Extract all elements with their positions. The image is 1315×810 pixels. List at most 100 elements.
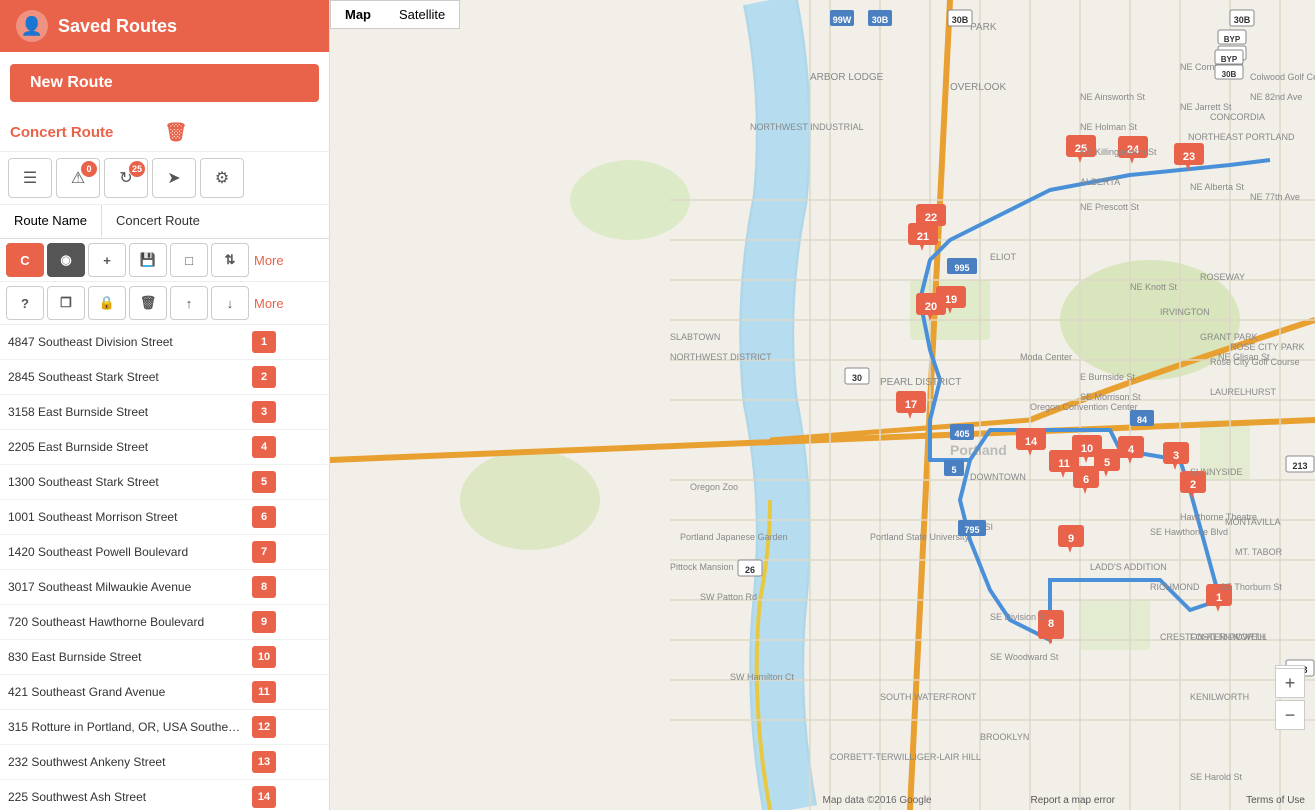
action-copy-button[interactable]: □	[170, 243, 208, 277]
svg-text:RICHMOND: RICHMOND	[1150, 582, 1200, 592]
menu-icon-button[interactable]: ☰	[8, 158, 52, 198]
svg-text:Colwood Golf Cen: Colwood Golf Cen	[1250, 72, 1315, 82]
terms-of-use-link[interactable]: Terms of Use	[1246, 795, 1305, 806]
svg-text:Moda Center: Moda Center	[1020, 352, 1072, 362]
address-text: 3017 Southeast Milwaukie Avenue	[8, 580, 248, 594]
svg-text:5: 5	[1104, 457, 1110, 469]
action-trash-button[interactable]: 🗑	[129, 286, 167, 320]
svg-text:SE Morrison St: SE Morrison St	[1080, 392, 1141, 402]
svg-text:795: 795	[964, 525, 979, 535]
route-name-bar: Concert Route 🗑	[0, 114, 329, 152]
map-tab-map[interactable]: Map	[331, 1, 385, 28]
sidebar-header: 👤 Saved Routes	[0, 0, 329, 52]
more-link-2[interactable]: More	[254, 296, 284, 311]
svg-text:CONCORDIA: CONCORDIA	[1210, 112, 1265, 122]
svg-text:BYP: BYP	[1224, 35, 1241, 44]
action-row-1: C ◉ + 💾 □ ⇅ More	[0, 239, 329, 282]
svg-text:NE Jarrett St: NE Jarrett St	[1180, 102, 1232, 112]
svg-text:PARK: PARK	[970, 22, 997, 33]
svg-text:SE Harold St: SE Harold St	[1190, 772, 1243, 782]
svg-text:NORTHEAST PORTLAND: NORTHEAST PORTLAND	[1188, 132, 1295, 142]
svg-text:ARBOR LODGE: ARBOR LODGE	[810, 72, 884, 83]
list-item[interactable]: 4847 Southeast Division Street1	[0, 325, 329, 360]
svg-text:8: 8	[1048, 618, 1054, 630]
address-text: 4847 Southeast Division Street	[8, 335, 248, 349]
svg-text:Rose City Golf Course: Rose City Golf Course	[1210, 357, 1300, 367]
address-text: 232 Southwest Ankeny Street	[8, 755, 248, 769]
svg-text:SW Patton Rd: SW Patton Rd	[700, 592, 757, 602]
action-question-button[interactable]: ?	[6, 286, 44, 320]
svg-text:26: 26	[745, 565, 755, 575]
action-c-button[interactable]: C	[6, 243, 44, 277]
list-item[interactable]: 3158 East Burnside Street3	[0, 395, 329, 430]
address-number-badge: 8	[252, 576, 276, 598]
action-duplicate-button[interactable]: ❐	[47, 286, 85, 320]
address-list: 4847 Southeast Division Street12845 Sout…	[0, 325, 329, 810]
address-text: 720 Southeast Hawthorne Boulevard	[8, 615, 248, 629]
address-number-badge: 12	[252, 716, 276, 738]
report-map-error-link[interactable]: Report a map error	[1031, 795, 1115, 806]
action-down-button[interactable]: ↓	[211, 286, 249, 320]
new-route-button[interactable]: New Route	[10, 64, 319, 102]
list-item[interactable]: 3017 Southeast Milwaukie Avenue 8	[0, 570, 329, 605]
action-up-button[interactable]: ↑	[170, 286, 208, 320]
svg-text:30B: 30B	[1222, 70, 1237, 79]
svg-text:84: 84	[1137, 415, 1147, 425]
svg-text:20: 20	[925, 301, 937, 313]
svg-text:Pittock Mansion: Pittock Mansion	[670, 562, 734, 572]
svg-text:213: 213	[1292, 461, 1307, 471]
action-save-button[interactable]: 💾	[129, 243, 167, 277]
address-number-badge: 14	[252, 786, 276, 808]
svg-text:ALBERTA: ALBERTA	[1080, 177, 1120, 187]
address-text: 3158 East Burnside Street	[8, 405, 248, 419]
list-item[interactable]: 315 Rotture in Portland, OR, USA Southe……	[0, 710, 329, 745]
svg-text:NE Holman St: NE Holman St	[1080, 122, 1138, 132]
map-tab-satellite[interactable]: Satellite	[385, 1, 459, 28]
list-item[interactable]: 421 Southeast Grand Avenue11	[0, 675, 329, 710]
action-sort-button[interactable]: ⇅	[211, 243, 249, 277]
navigate-icon-button[interactable]: ➤	[152, 158, 196, 198]
delete-route-icon[interactable]: 🗑	[165, 122, 320, 143]
list-item[interactable]: 720 Southeast Hawthorne Boulevard9	[0, 605, 329, 640]
action-row-2: ? ❐ 🔒 🗑 ↑ ↓ More	[0, 282, 329, 325]
svg-text:SE Thorburn St: SE Thorburn St	[1220, 582, 1282, 592]
svg-text:21: 21	[917, 231, 929, 243]
zoom-in-button[interactable]: +	[1275, 668, 1305, 698]
list-item[interactable]: 2205 East Burnside Street4	[0, 430, 329, 465]
address-number-badge: 4	[252, 436, 276, 458]
address-text: 2845 Southeast Stark Street	[8, 370, 248, 384]
svg-text:CORBETT-TERWILLIGER-LAIR HILL: CORBETT-TERWILLIGER-LAIR HILL	[830, 752, 981, 762]
svg-text:405: 405	[954, 429, 969, 439]
action-lock-button[interactable]: 🔒	[88, 286, 126, 320]
action-plus-button[interactable]: +	[88, 243, 126, 277]
svg-text:SLABTOWN: SLABTOWN	[670, 332, 720, 342]
share-icon-button[interactable]: ↻ 25	[104, 158, 148, 198]
route-name-value: Concert Route	[102, 205, 214, 238]
alert-icon-button[interactable]: ⚠ 0	[56, 158, 100, 198]
svg-text:17: 17	[905, 399, 917, 411]
more-link-1[interactable]: More	[254, 253, 284, 268]
list-item[interactable]: 225 Southwest Ash Street14	[0, 780, 329, 810]
list-item[interactable]: 232 Southwest Ankeny Street13	[0, 745, 329, 780]
svg-text:995: 995	[954, 263, 969, 273]
address-text: 1300 Southeast Stark Street	[8, 475, 248, 489]
address-number-badge: 10	[252, 646, 276, 668]
zoom-out-button[interactable]: −	[1275, 700, 1305, 730]
list-item[interactable]: 830 East Burnside Street10	[0, 640, 329, 675]
svg-text:NE Knott St: NE Knott St	[1130, 282, 1178, 292]
list-item[interactable]: 1300 Southeast Stark Street5	[0, 465, 329, 500]
address-text: 1420 Southeast Powell Boulevard	[8, 545, 248, 559]
settings-icon-button[interactable]: ⚙	[200, 158, 244, 198]
map-area: Map Satellite	[330, 0, 1315, 810]
svg-text:14: 14	[1025, 436, 1038, 448]
svg-text:PEARL DISTRICT: PEARL DISTRICT	[880, 377, 961, 388]
svg-text:22: 22	[925, 212, 937, 224]
svg-text:2: 2	[1190, 479, 1196, 491]
list-item[interactable]: 2845 Southeast Stark Street2	[0, 360, 329, 395]
route-name-tab[interactable]: Route Name	[0, 205, 102, 238]
list-item[interactable]: 1001 Southeast Morrison Street6	[0, 500, 329, 535]
list-item[interactable]: 1420 Southeast Powell Boulevard7	[0, 535, 329, 570]
svg-text:SW Hamilton Ct: SW Hamilton Ct	[730, 672, 795, 682]
action-person-button[interactable]: ◉	[47, 243, 85, 277]
svg-text:99W: 99W	[833, 15, 852, 25]
